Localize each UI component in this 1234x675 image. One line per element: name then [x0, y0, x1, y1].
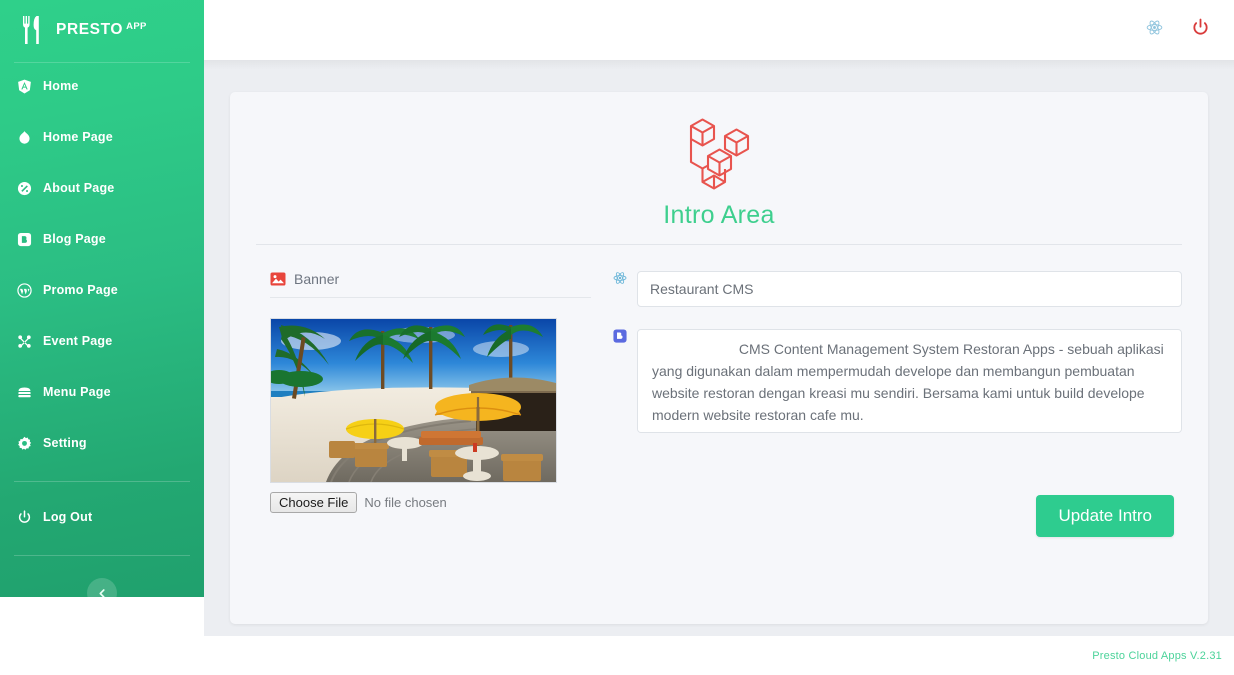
sidebar-footer-spacer — [0, 597, 204, 636]
sidebar-item-label: Home — [43, 79, 79, 93]
sidebar-item-label: Home Page — [43, 130, 113, 144]
sidebar-item-label: Setting — [43, 436, 87, 450]
description-field-row — [613, 329, 1182, 433]
banner-file-input[interactable]: Choose File No file chosen — [270, 492, 591, 513]
sidebar-item-setting[interactable]: Setting — [0, 430, 204, 456]
update-intro-button[interactable]: Update Intro — [1036, 495, 1174, 537]
blogger-b-icon — [17, 232, 32, 247]
sidebar-item-home-page[interactable]: Home Page — [0, 124, 204, 150]
file-status-label: No file chosen — [364, 495, 447, 510]
sidebar-item-event-page[interactable]: Event Page — [0, 328, 204, 354]
joomla-icon — [17, 334, 32, 349]
fork-knife-icon — [20, 15, 46, 45]
fields-column: Update Intro — [591, 271, 1182, 537]
react-atom-icon — [613, 271, 627, 290]
sidebar-item-label: About Page — [43, 181, 115, 195]
sidebar-item-promo-page[interactable]: Promo Page — [0, 277, 204, 303]
image-icon — [270, 272, 286, 286]
topbar — [204, 0, 1234, 60]
sidebar-item-about-page[interactable]: About Page — [0, 175, 204, 201]
sidebar-divider — [14, 481, 190, 482]
sidebar-nav: Home Home Page About Page Blog Page Prom… — [0, 63, 204, 608]
react-atom-icon[interactable] — [1146, 19, 1163, 41]
brand-text: PRESTO APP — [56, 21, 147, 39]
drupal-droplet-icon — [17, 130, 32, 145]
content-area: Intro Area Banner Choose File No file ch… — [204, 60, 1234, 636]
intro-card: Intro Area Banner Choose File No file ch… — [230, 92, 1208, 624]
title-field-row — [613, 271, 1182, 307]
choose-file-button[interactable]: Choose File — [270, 492, 358, 513]
burger-menu-icon — [17, 385, 32, 400]
submit-row: Update Intro — [613, 495, 1182, 537]
sidebar-item-menu-page[interactable]: Menu Page — [0, 379, 204, 405]
sidebar-item-label: Blog Page — [43, 232, 106, 246]
sidebar-item-label: Menu Page — [43, 385, 111, 399]
wordpress-icon — [17, 282, 32, 298]
power-icon — [17, 509, 32, 525]
angular-shield-icon — [17, 79, 32, 94]
footer: Presto Cloud Apps V.2.31 — [204, 636, 1234, 675]
laravel-logo-icon — [672, 114, 767, 197]
banner-label-row: Banner — [270, 271, 591, 298]
sidebar-item-label: Event Page — [43, 334, 113, 348]
sidebar-item-home[interactable]: Home — [0, 73, 204, 99]
sidebar-divider-bottom — [14, 555, 190, 556]
sidebar-item-blog-page[interactable]: Blog Page — [0, 226, 204, 252]
sidebar: PRESTO APP Home Home Page About Page Blo… — [0, 0, 204, 636]
intro-form: Banner Choose File No file chosen Restau… — [256, 245, 1182, 537]
bootstrap-b-icon — [613, 329, 627, 348]
app-root: PRESTO APP Home Home Page About Page Blo… — [0, 0, 1234, 675]
sidebar-item-label: Promo Page — [43, 283, 118, 297]
banner-column: Banner Choose File No file chosen — [256, 271, 591, 537]
circle-slash-icon — [17, 181, 32, 196]
brand-logo[interactable]: PRESTO APP — [0, 0, 204, 60]
brand-name: PRESTO — [56, 21, 124, 38]
gear-icon — [17, 436, 32, 451]
page-title: Intro Area — [663, 201, 775, 229]
intro-title-input[interactable] — [637, 271, 1182, 307]
banner-label: Banner — [294, 271, 340, 287]
brand-superscript: APP — [126, 21, 147, 32]
footer-version-text: Presto Cloud Apps V.2.31 — [1092, 649, 1222, 662]
card-header: Intro Area — [256, 114, 1182, 245]
intro-description-textarea[interactable] — [637, 329, 1182, 433]
main-area: Intro Area Banner Choose File No file ch… — [204, 0, 1234, 675]
sidebar-item-label: Log Out — [43, 510, 93, 524]
banner-preview-image — [270, 318, 557, 483]
sidebar-item-log-out[interactable]: Log Out — [0, 504, 204, 530]
power-icon[interactable] — [1191, 18, 1210, 42]
